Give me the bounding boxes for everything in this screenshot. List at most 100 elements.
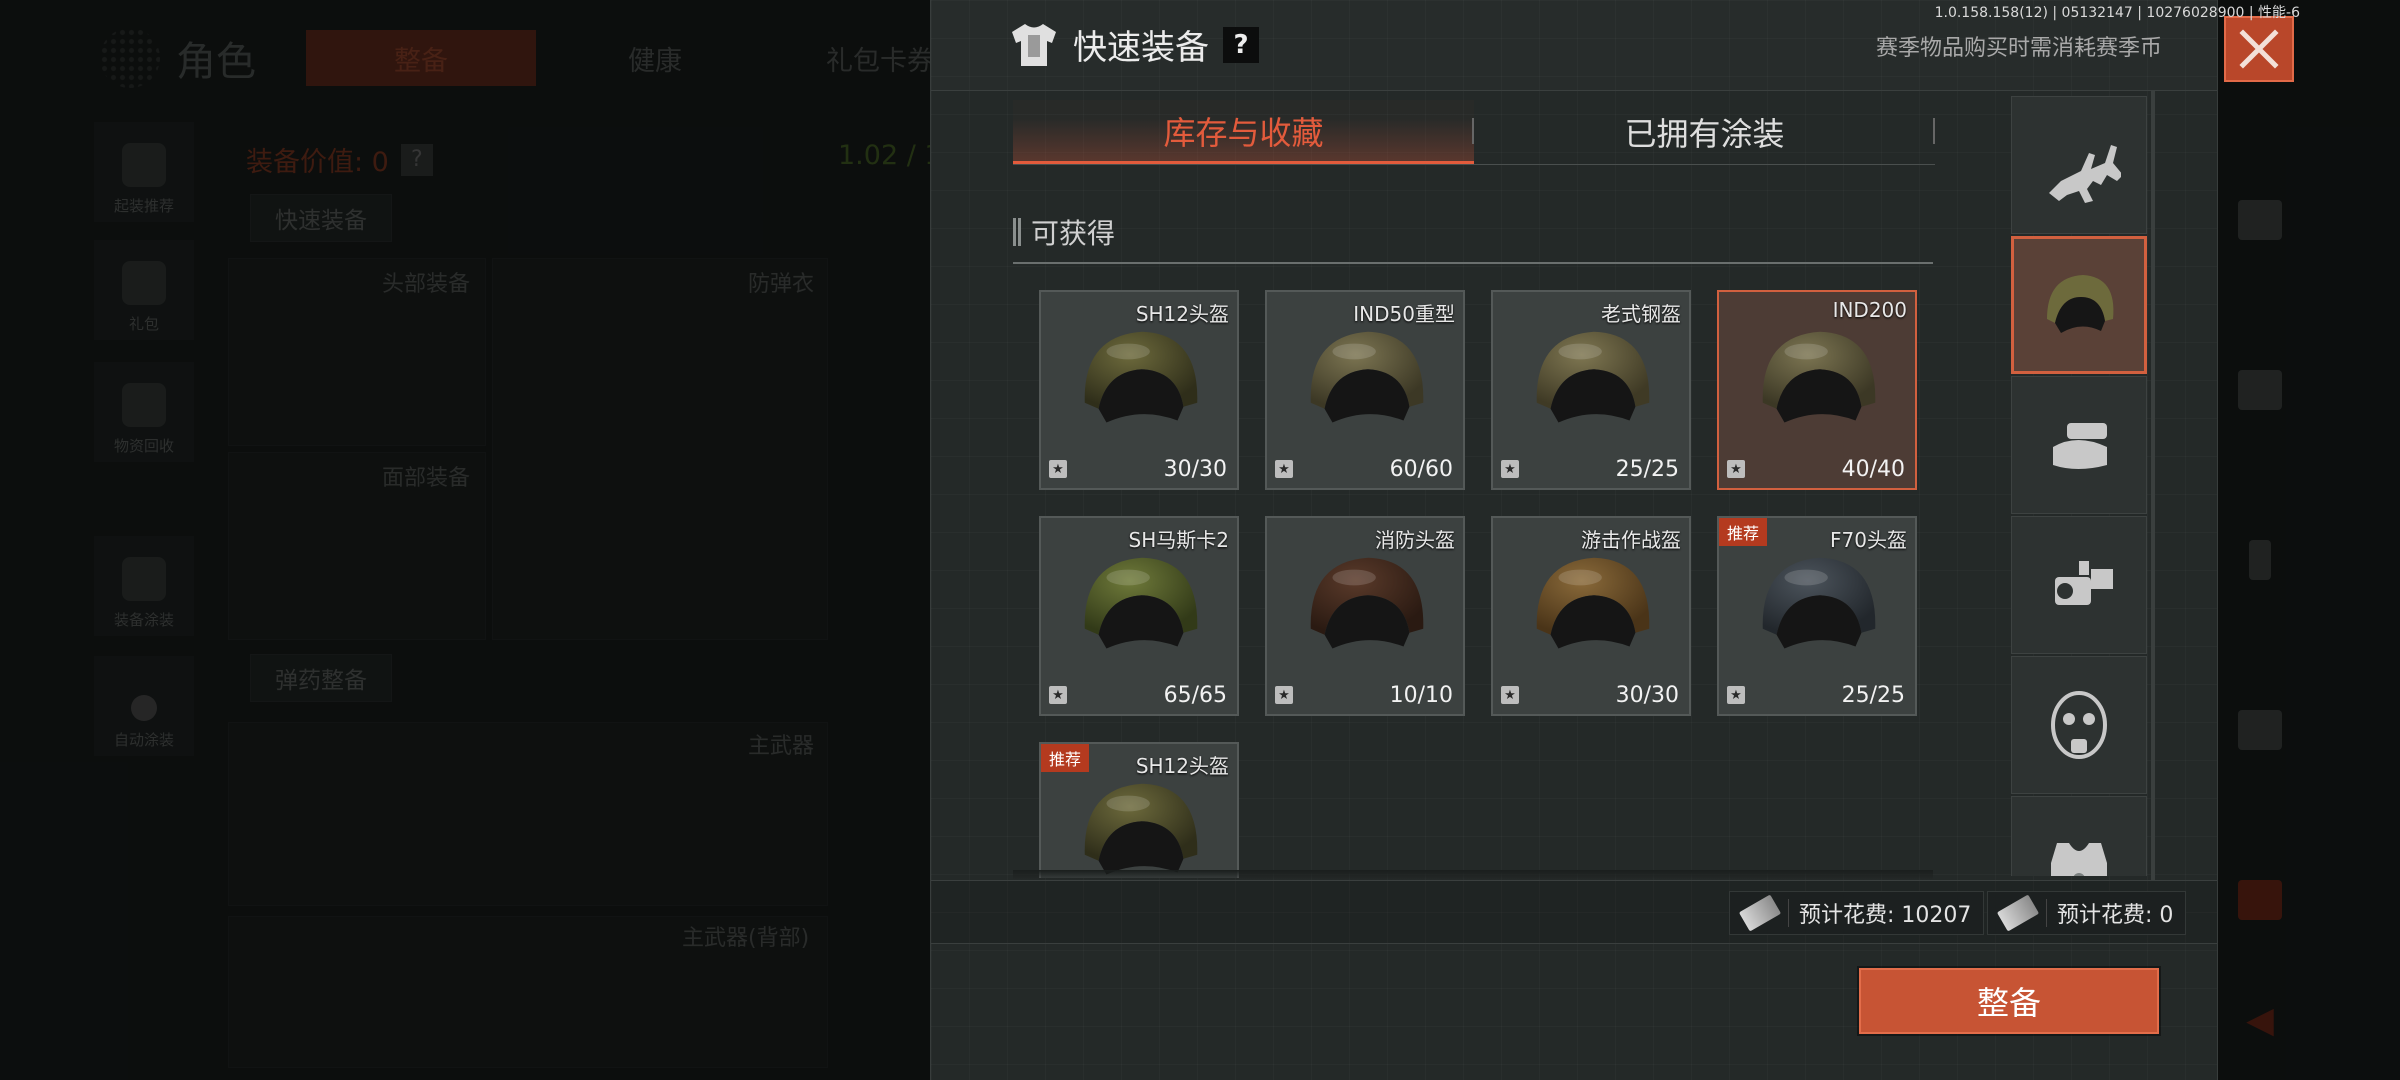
modal-tabs: 库存与收藏 已拥有涂装 (1013, 100, 1935, 165)
tab-divider (1933, 118, 1935, 144)
helmet-image (1536, 557, 1650, 649)
item-name: SH12头盔 (1135, 754, 1229, 778)
recommend-badge: 推荐 (1719, 518, 1768, 546)
item-name: SH马斯卡2 (1128, 528, 1229, 552)
item-durability: 65/65 (1163, 683, 1227, 708)
close-button[interactable] (2224, 16, 2294, 82)
bg-side-gift[interactable]: 礼包 (94, 240, 194, 340)
item-name: 消防头盔 (1375, 528, 1455, 552)
category-headset[interactable] (2011, 376, 2147, 514)
bg-side-skin[interactable]: 装备涂装 (94, 536, 194, 636)
item-name: SH12头盔 (1135, 302, 1229, 326)
helmet-item-card[interactable]: SH12头盔 30/30 ★ (1039, 290, 1239, 490)
gas-mask-icon (2051, 691, 2107, 759)
section-label: 可获得 (1031, 217, 1116, 250)
category-night-vision[interactable] (2011, 516, 2147, 654)
helmet-item-card[interactable]: 游击作战盔 30/30 ★ (1491, 516, 1691, 716)
rarity-star-icon: ★ (1501, 460, 1519, 478)
helmet-image (1084, 331, 1198, 423)
bg-right-chest[interactable] (2210, 850, 2310, 950)
category-column (2011, 96, 2147, 876)
cost-text-1: 预计花费: 10207 (1799, 903, 1972, 928)
bg-side-recycle[interactable]: 物资回收 (94, 362, 194, 462)
bg-tab-equip[interactable]: 整备 (306, 30, 536, 86)
bg-ratio: 1.02 / 1 (838, 140, 942, 171)
headset-icon (2053, 423, 2107, 469)
bg-slot-armor[interactable] (492, 258, 828, 640)
bg-quick-equip-button[interactable]: 快速装备 (250, 194, 392, 242)
skin-icon (122, 557, 166, 601)
helmet-item-card[interactable]: SH12头盔 推荐 (1039, 742, 1239, 878)
helmet-icon (2047, 275, 2114, 333)
bg-right-shirt[interactable] (2210, 680, 2310, 780)
bg-slot-primary-label: 主武器 (748, 734, 815, 759)
version-text: 1.0.158.158(12) | 05132147 | 10276028900… (1934, 5, 2300, 21)
scroll-fade (1013, 870, 1933, 880)
recycle-icon (122, 383, 166, 427)
category-gas-mask[interactable] (2011, 656, 2147, 794)
helmet-item-card[interactable]: IND50重型 60/60 ★ (1265, 290, 1465, 490)
category-vest[interactable] (2011, 796, 2147, 876)
item-durability: 40/40 (1841, 457, 1905, 482)
bg-right-box[interactable] (2210, 340, 2310, 440)
bg-right-ammo[interactable] (2210, 510, 2310, 610)
helmet-item-card[interactable]: 老式钢盔 25/25 ★ (1491, 290, 1691, 490)
item-name: 游击作战盔 (1581, 528, 1681, 552)
equip-button[interactable]: 整备 (1859, 968, 2159, 1034)
rarity-star-icon: ★ (1049, 686, 1067, 704)
item-name: IND50重型 (1353, 302, 1455, 326)
item-durability: 25/25 (1841, 683, 1905, 708)
cost-text-2: 预计花费: 0 (2057, 903, 2174, 928)
category-scroll-track[interactable] (2151, 90, 2155, 880)
bg-right-cube[interactable] (2210, 170, 2310, 270)
toggle-icon (131, 695, 157, 721)
bg-side-recommend[interactable]: 起装推荐 (94, 122, 194, 222)
rarity-star-icon: ★ (1275, 460, 1293, 478)
helmet-item-card[interactable]: F70头盔 25/25 ★ 推荐 (1717, 516, 1917, 716)
item-name: 老式钢盔 (1601, 302, 1681, 326)
vest-icon (2051, 843, 2107, 876)
category-rifle[interactable] (2011, 96, 2147, 234)
bg-ammo-button[interactable]: 弹药整备 (250, 654, 392, 702)
helmet-item-card[interactable]: SH马斯卡2 65/65 ★ (1039, 516, 1239, 716)
close-icon (2239, 29, 2279, 69)
item-durability: 30/30 (1615, 683, 1679, 708)
quick-equip-modal: 快速装备 ? 赛季物品购买时需消耗赛季币 库存与收藏 已拥有涂装 可获得 SH1… (930, 0, 2218, 1080)
bg-help-icon[interactable]: ? (400, 143, 433, 176)
item-durability: 10/10 (1389, 683, 1453, 708)
rarity-star-icon: ★ (1049, 460, 1067, 478)
box-icon (2238, 370, 2282, 410)
help-button[interactable]: ? (1223, 26, 1259, 63)
rarity-star-icon: ★ (1501, 686, 1519, 704)
cost-divider (2046, 899, 2047, 927)
modal-title-text: 快速装备 (1073, 28, 1209, 68)
shirt-icon (1012, 23, 1056, 66)
chest-icon (2238, 880, 2282, 920)
category-helmet[interactable] (2011, 236, 2147, 374)
gift-icon (122, 261, 166, 305)
bg-slot-primary[interactable] (228, 722, 828, 906)
item-grid: SH12头盔 30/30 ★ IND50重型 60/60 ★ 老式钢盔 25/25 ★ IND20… (1039, 290, 1919, 878)
helmet-image (1084, 557, 1198, 649)
cost-box-2: 预计花费: 0 (1987, 891, 2187, 935)
helmet-item-card[interactable]: 消防头盔 10/10 ★ (1265, 516, 1465, 716)
helmet-item-card[interactable]: IND200 40/40 ★ (1717, 290, 1917, 490)
bg-slot-head-label: 头部装备 (382, 272, 471, 297)
shirt-icon (2238, 710, 2282, 750)
section-bar-icon (1013, 218, 1021, 246)
bg-side-auto-skin[interactable]: 自动涂装 (94, 656, 194, 756)
bg-right-back[interactable]: ◀ (2210, 970, 2310, 1070)
helmet-image (1762, 557, 1876, 649)
item-name: F70头盔 (1830, 528, 1907, 552)
section-header: 可获得 (1013, 202, 1933, 264)
item-durability: 30/30 (1163, 457, 1227, 482)
bg-tab-health[interactable]: 健康 (560, 30, 750, 86)
ammo-icon (2249, 540, 2271, 580)
modal-title: 快速装备 ? (1009, 20, 1259, 69)
tab-inventory[interactable]: 库存与收藏 (1013, 100, 1474, 164)
helmet-image (1310, 557, 1424, 649)
helmet-image (1084, 783, 1198, 875)
tab-owned-skins[interactable]: 已拥有涂装 (1474, 100, 1935, 164)
role-logo-icon (100, 28, 160, 88)
item-durability: 60/60 (1389, 457, 1453, 482)
